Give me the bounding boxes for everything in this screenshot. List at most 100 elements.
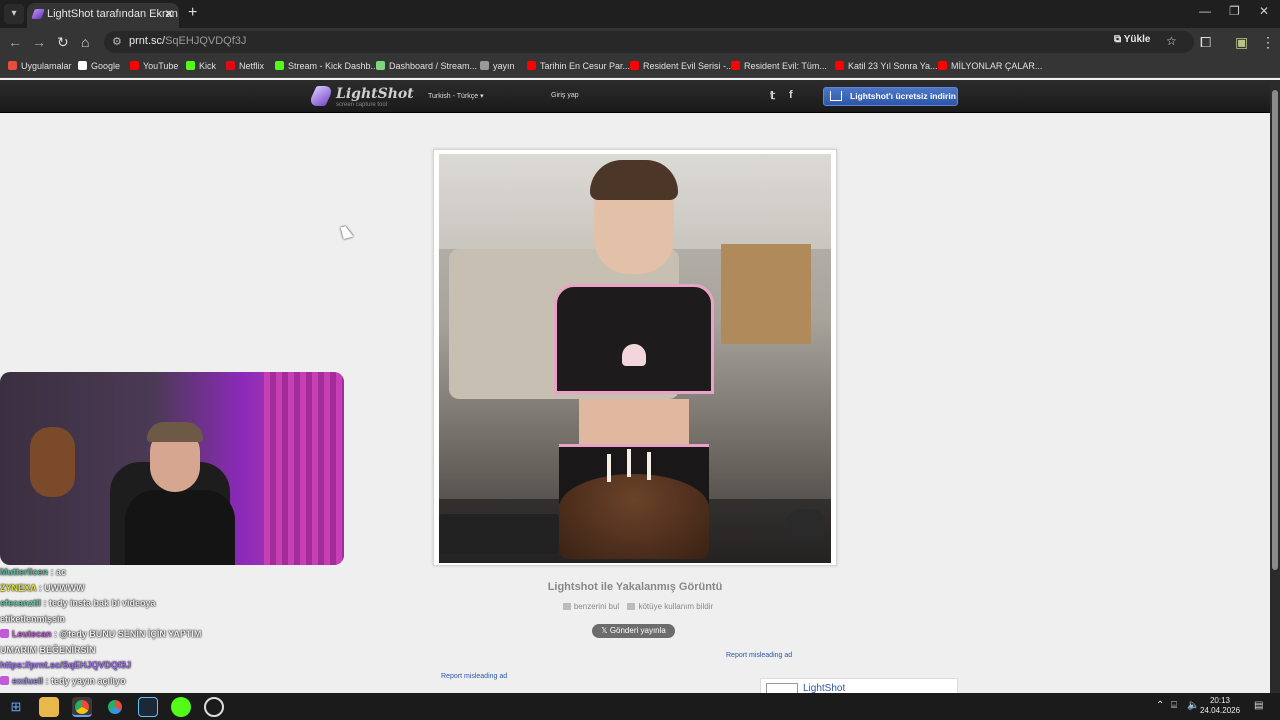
report-abuse-link[interactable]: kötüye kullanım bildir [638, 602, 713, 611]
profile-icon[interactable]: ▣ [1235, 33, 1248, 51]
site-info-icon[interactable]: ⚙ [112, 35, 122, 48]
tab-search-dropdown-icon[interactable]: ▾ [4, 4, 24, 24]
bookmark-item[interactable]: Google [78, 61, 120, 71]
candle [647, 452, 651, 480]
bookmark-label: Tarihin En Cesur Par... [540, 61, 631, 71]
windows-start-icon[interactable]: ⊞ [6, 697, 26, 717]
report-icon [627, 603, 636, 610]
bookmark-item[interactable]: Kick [186, 61, 216, 71]
page-scrollbar[interactable] [1270, 80, 1280, 693]
steam-icon[interactable] [138, 697, 158, 717]
language-selector[interactable]: Turkish - Türkçe ▾ [428, 92, 484, 100]
webcam-overlay [0, 372, 344, 565]
upload-button[interactable]: ⧉ Yükle [1114, 34, 1150, 45]
windows-taskbar: ⊞ ⌃ ⌸ 🔈 20:13 24.04.2026 ▤ [0, 693, 1280, 720]
report-ad-link[interactable]: Report misleading ad [441, 673, 507, 680]
chat-text: : tedy insta bak bi videoya [43, 598, 156, 608]
ad-banner[interactable]: LightShot [760, 678, 958, 693]
volume-icon[interactable]: 🔈 [1187, 700, 1199, 711]
screenshot-image[interactable] [439, 154, 831, 563]
bookmark-star-icon[interactable]: ☆ [1166, 34, 1177, 48]
minimize-icon[interactable]: — [1199, 4, 1211, 18]
bookmark-label: YouTube [143, 61, 179, 71]
browser-tab-bar: ▾ LightShot tarafından Ekran Görü ✕ + — … [0, 0, 1280, 28]
home-icon[interactable]: ⌂ [81, 33, 89, 51]
file-explorer-icon[interactable] [39, 697, 59, 717]
chat-username: exduell [12, 675, 44, 686]
system-clock[interactable]: 20:13 24.04.2026 [1200, 696, 1240, 716]
chat-text: : tedy yayın açılıyo [45, 675, 126, 686]
logo-name: LightShot [336, 86, 414, 102]
login-link[interactable]: Giriş yap [551, 92, 579, 99]
bookmark-favicon-icon [527, 61, 536, 70]
menu-icon[interactable]: ⋮ [1261, 33, 1275, 51]
close-tab-icon[interactable]: ✕ [164, 3, 174, 25]
bookmark-item[interactable]: Netflix [226, 61, 264, 71]
report-ad-link[interactable]: Report misleading ad [726, 652, 792, 659]
network-icon[interactable]: ⌸ [1171, 700, 1177, 711]
streamer-hair [147, 422, 203, 442]
bookmark-item[interactable]: Uygulamalar [8, 61, 72, 71]
address-bar[interactable]: ⚙ prnt.sc/SqEHJQVDQf3J ⧉ Yükle ☆ [104, 31, 1194, 53]
bookmark-label: Netflix [239, 61, 265, 71]
hair [590, 160, 678, 200]
tray-expand-icon[interactable]: ⌃ [1156, 700, 1164, 711]
find-similar-link[interactable]: benzerini bul [574, 602, 619, 611]
birthday-cake [559, 474, 709, 559]
chat-message: efecanztll : tedy insta bak bi videoya [0, 596, 230, 612]
kick-icon[interactable] [171, 697, 191, 717]
tab-title: LightShot tarafından Ekran Görü [47, 8, 179, 20]
bookmarks-bar: Uygulamalar Google YouTube Kick Netflix Strea… [0, 56, 1280, 78]
bookmark-item[interactable]: yayın [480, 61, 515, 71]
browser-tab[interactable]: LightShot tarafından Ekran Görü ✕ [27, 3, 179, 28]
bookmark-item[interactable]: Stream - Kick Dashb... [275, 61, 378, 71]
bookmark-item[interactable]: Dashboard / Stream... [376, 61, 477, 71]
bookmark-item[interactable]: Tarihin En Cesur Par... [527, 61, 630, 71]
chat-username: Leutecan [12, 629, 52, 639]
chat-text: : @tedy BUNU SENİN İÇİN YAPTIM [54, 629, 202, 639]
url-text: prnt.sc/SqEHJQVDQf3J [129, 35, 246, 47]
candle [627, 449, 631, 477]
chrome-icon[interactable] [72, 697, 92, 717]
forward-icon[interactable]: → [32, 33, 46, 51]
reload-icon[interactable]: ↻ [57, 33, 69, 51]
tweet-label: Gönderi yayınla [609, 626, 666, 635]
bookmark-favicon-icon [275, 61, 284, 70]
back-icon[interactable]: ← [8, 33, 22, 51]
facebook-icon[interactable]: f [789, 89, 793, 101]
bookmark-label: Katil 23 Yıl Sonra Ya... [848, 61, 938, 71]
bookmark-item[interactable]: MİLYONLAR ÇALAR... [938, 61, 1042, 71]
obs-icon[interactable] [204, 697, 224, 717]
chat-badge-icon [0, 629, 9, 638]
tweet-button[interactable]: 𝕏 Gönderi yayınla [592, 624, 675, 638]
bookmark-item[interactable]: YouTube [130, 61, 178, 71]
close-window-icon[interactable]: ✕ [1259, 4, 1269, 18]
bookmark-label: Stream - Kick Dashb... [288, 61, 379, 71]
chat-message: etiketlenmişsin [0, 612, 230, 628]
clock-date: 24.04.2026 [1200, 706, 1241, 715]
scrollbar-thumb[interactable] [1272, 90, 1278, 570]
restore-icon[interactable]: ❐ [1229, 4, 1240, 18]
keyboard [439, 514, 559, 554]
caption-actions: benzerini bul kötüye kullanım bildir [433, 602, 837, 611]
chrome-profile-icon[interactable] [105, 697, 125, 717]
new-tab-icon[interactable]: + [188, 4, 197, 22]
bookmark-item[interactable]: Resident Evil Serisi -... [630, 61, 734, 71]
lightshot-logo[interactable]: LightShot screen capture tool [307, 84, 414, 110]
twitter-icon[interactable]: 𝕥 [770, 89, 775, 102]
notification-icon[interactable]: ▤ [1254, 700, 1263, 711]
extensions-icon[interactable]: ⧠ [1200, 33, 1211, 51]
bookmark-favicon-icon [938, 61, 947, 70]
upload-label: Yükle [1123, 34, 1151, 45]
chat-message: Mutterlicen : ac [0, 565, 230, 581]
curtain [264, 372, 344, 565]
shirt [125, 490, 235, 565]
chat-text: : UWWWW [38, 582, 85, 593]
feather-icon [307, 86, 335, 106]
mouse [786, 509, 826, 539]
bookmark-item[interactable]: Resident Evil: Tüm... [731, 61, 827, 71]
torso [579, 399, 689, 444]
download-button[interactable]: Lightshot'ı ücretsiz indirin [823, 87, 958, 106]
chat-text: etiketlenmişsin [0, 613, 66, 624]
bookmark-item[interactable]: Katil 23 Yıl Sonra Ya... [835, 61, 938, 71]
